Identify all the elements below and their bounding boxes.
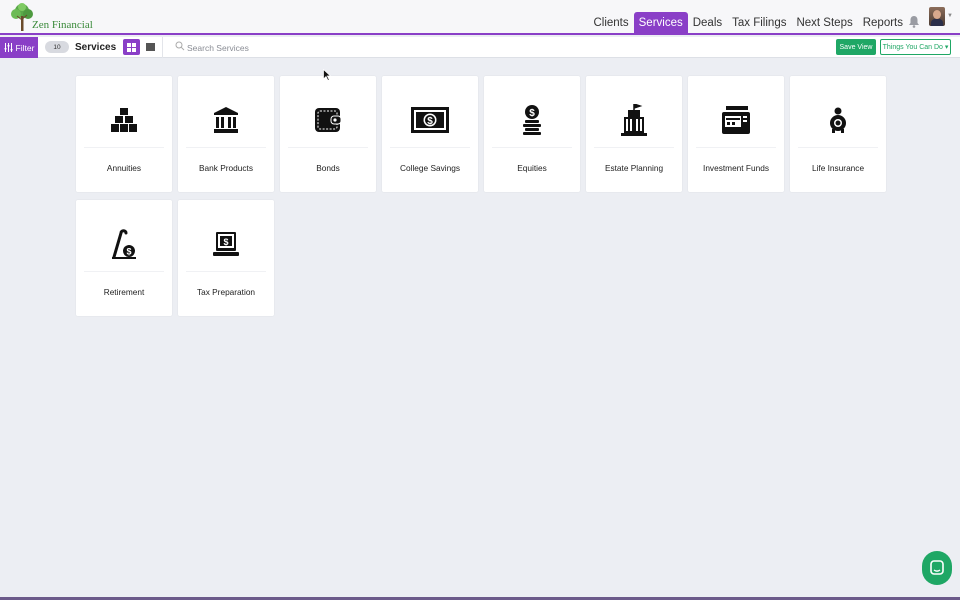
nav-tax-filings[interactable]: Tax Filings <box>727 12 791 35</box>
cane-coin-icon: $ <box>112 229 136 259</box>
search-icon <box>175 41 185 51</box>
service-card-investment-funds[interactable]: Investment Funds <box>688 76 784 192</box>
service-label: Estate Planning <box>604 163 664 173</box>
service-label: Annuities <box>106 163 142 173</box>
svg-text:$: $ <box>223 237 228 247</box>
sliders-icon <box>4 43 13 52</box>
page-title: Services <box>75 42 117 53</box>
chat-icon <box>930 560 944 575</box>
service-card-bank-products[interactable]: Bank Products <box>178 76 274 192</box>
grid-icon <box>127 42 136 52</box>
list-icon <box>146 43 155 51</box>
service-label: Investment Funds <box>703 163 769 173</box>
svg-text:$: $ <box>427 116 433 127</box>
chevron-down-icon[interactable]: ▼ <box>947 13 953 19</box>
service-card-estate-planning[interactable]: Estate Planning <box>586 76 682 192</box>
save-view-button[interactable]: Save View <box>836 39 876 55</box>
wallet-icon <box>315 108 342 132</box>
avatar-shirt <box>931 19 943 26</box>
nav-next-steps[interactable]: Next Steps <box>791 12 857 35</box>
building-icon <box>621 104 647 136</box>
avatar-face <box>933 10 941 19</box>
service-label: Bonds <box>316 163 340 173</box>
top-navigation-bar: Zen Financial Clients Services Deals Tax… <box>0 0 960 35</box>
nav-deals[interactable]: Deals <box>688 12 727 35</box>
service-card-college-savings[interactable]: $ College Savings <box>382 76 478 192</box>
chat-launcher-button[interactable] <box>922 551 952 585</box>
laptop-dollar-icon: $ <box>213 232 239 256</box>
coin-stack-icon: $ <box>523 105 541 135</box>
search-box <box>162 37 462 58</box>
service-card-equities[interactable]: $ Equities <box>484 76 580 192</box>
service-label: Life Insurance <box>811 163 865 173</box>
list-view-toggle[interactable] <box>142 39 159 55</box>
banknote-icon: $ <box>411 107 449 133</box>
service-label: Retirement <box>103 287 145 297</box>
avatar[interactable] <box>929 7 945 26</box>
filter-button[interactable]: Filter <box>0 37 38 58</box>
grid-view-toggle[interactable] <box>123 39 140 55</box>
service-card-retirement[interactable]: $ Retirement <box>76 200 172 316</box>
service-label: Equities <box>517 163 547 173</box>
mouse-cursor-icon <box>323 69 331 81</box>
svg-text:$: $ <box>529 108 535 119</box>
app-logo[interactable]: Zen Financial <box>10 2 93 32</box>
things-you-can-do-dropdown[interactable]: Things You Can Do ▾ <box>880 39 951 55</box>
brand-name: Zen Financial <box>32 19 93 31</box>
bank-icon <box>214 107 238 133</box>
count-badge: 10 <box>45 41 69 53</box>
piggy-bank-icon <box>830 107 846 133</box>
services-toolbar: Filter 10 Services Save View Things You … <box>0 37 960 58</box>
filter-label: Filter <box>15 42 35 53</box>
nav-reports[interactable]: Reports <box>858 12 908 35</box>
service-label: Bank Products <box>199 163 253 173</box>
service-label: College Savings <box>400 163 460 173</box>
service-card-annuities[interactable]: Annuities <box>76 76 172 192</box>
nav-clients[interactable]: Clients <box>588 12 633 35</box>
service-card-tax-preparation[interactable]: $ Tax Preparation <box>178 200 274 316</box>
service-card-life-insurance[interactable]: Life Insurance <box>790 76 886 192</box>
svg-text:$: $ <box>126 247 131 257</box>
tree-logo-icon <box>11 3 33 31</box>
nav-services[interactable]: Services <box>633 12 688 35</box>
search-input[interactable] <box>187 40 447 55</box>
services-grid: Annuities Bank Products Bonds $ College … <box>76 76 896 316</box>
gold-bars-icon <box>111 108 137 132</box>
service-card-bonds[interactable]: Bonds <box>280 76 376 192</box>
bell-icon[interactable] <box>908 15 920 28</box>
main-nav: Clients Services Deals Tax Filings Next … <box>588 12 908 35</box>
service-label: Tax Preparation <box>196 287 256 297</box>
card-reader-icon <box>722 106 750 134</box>
